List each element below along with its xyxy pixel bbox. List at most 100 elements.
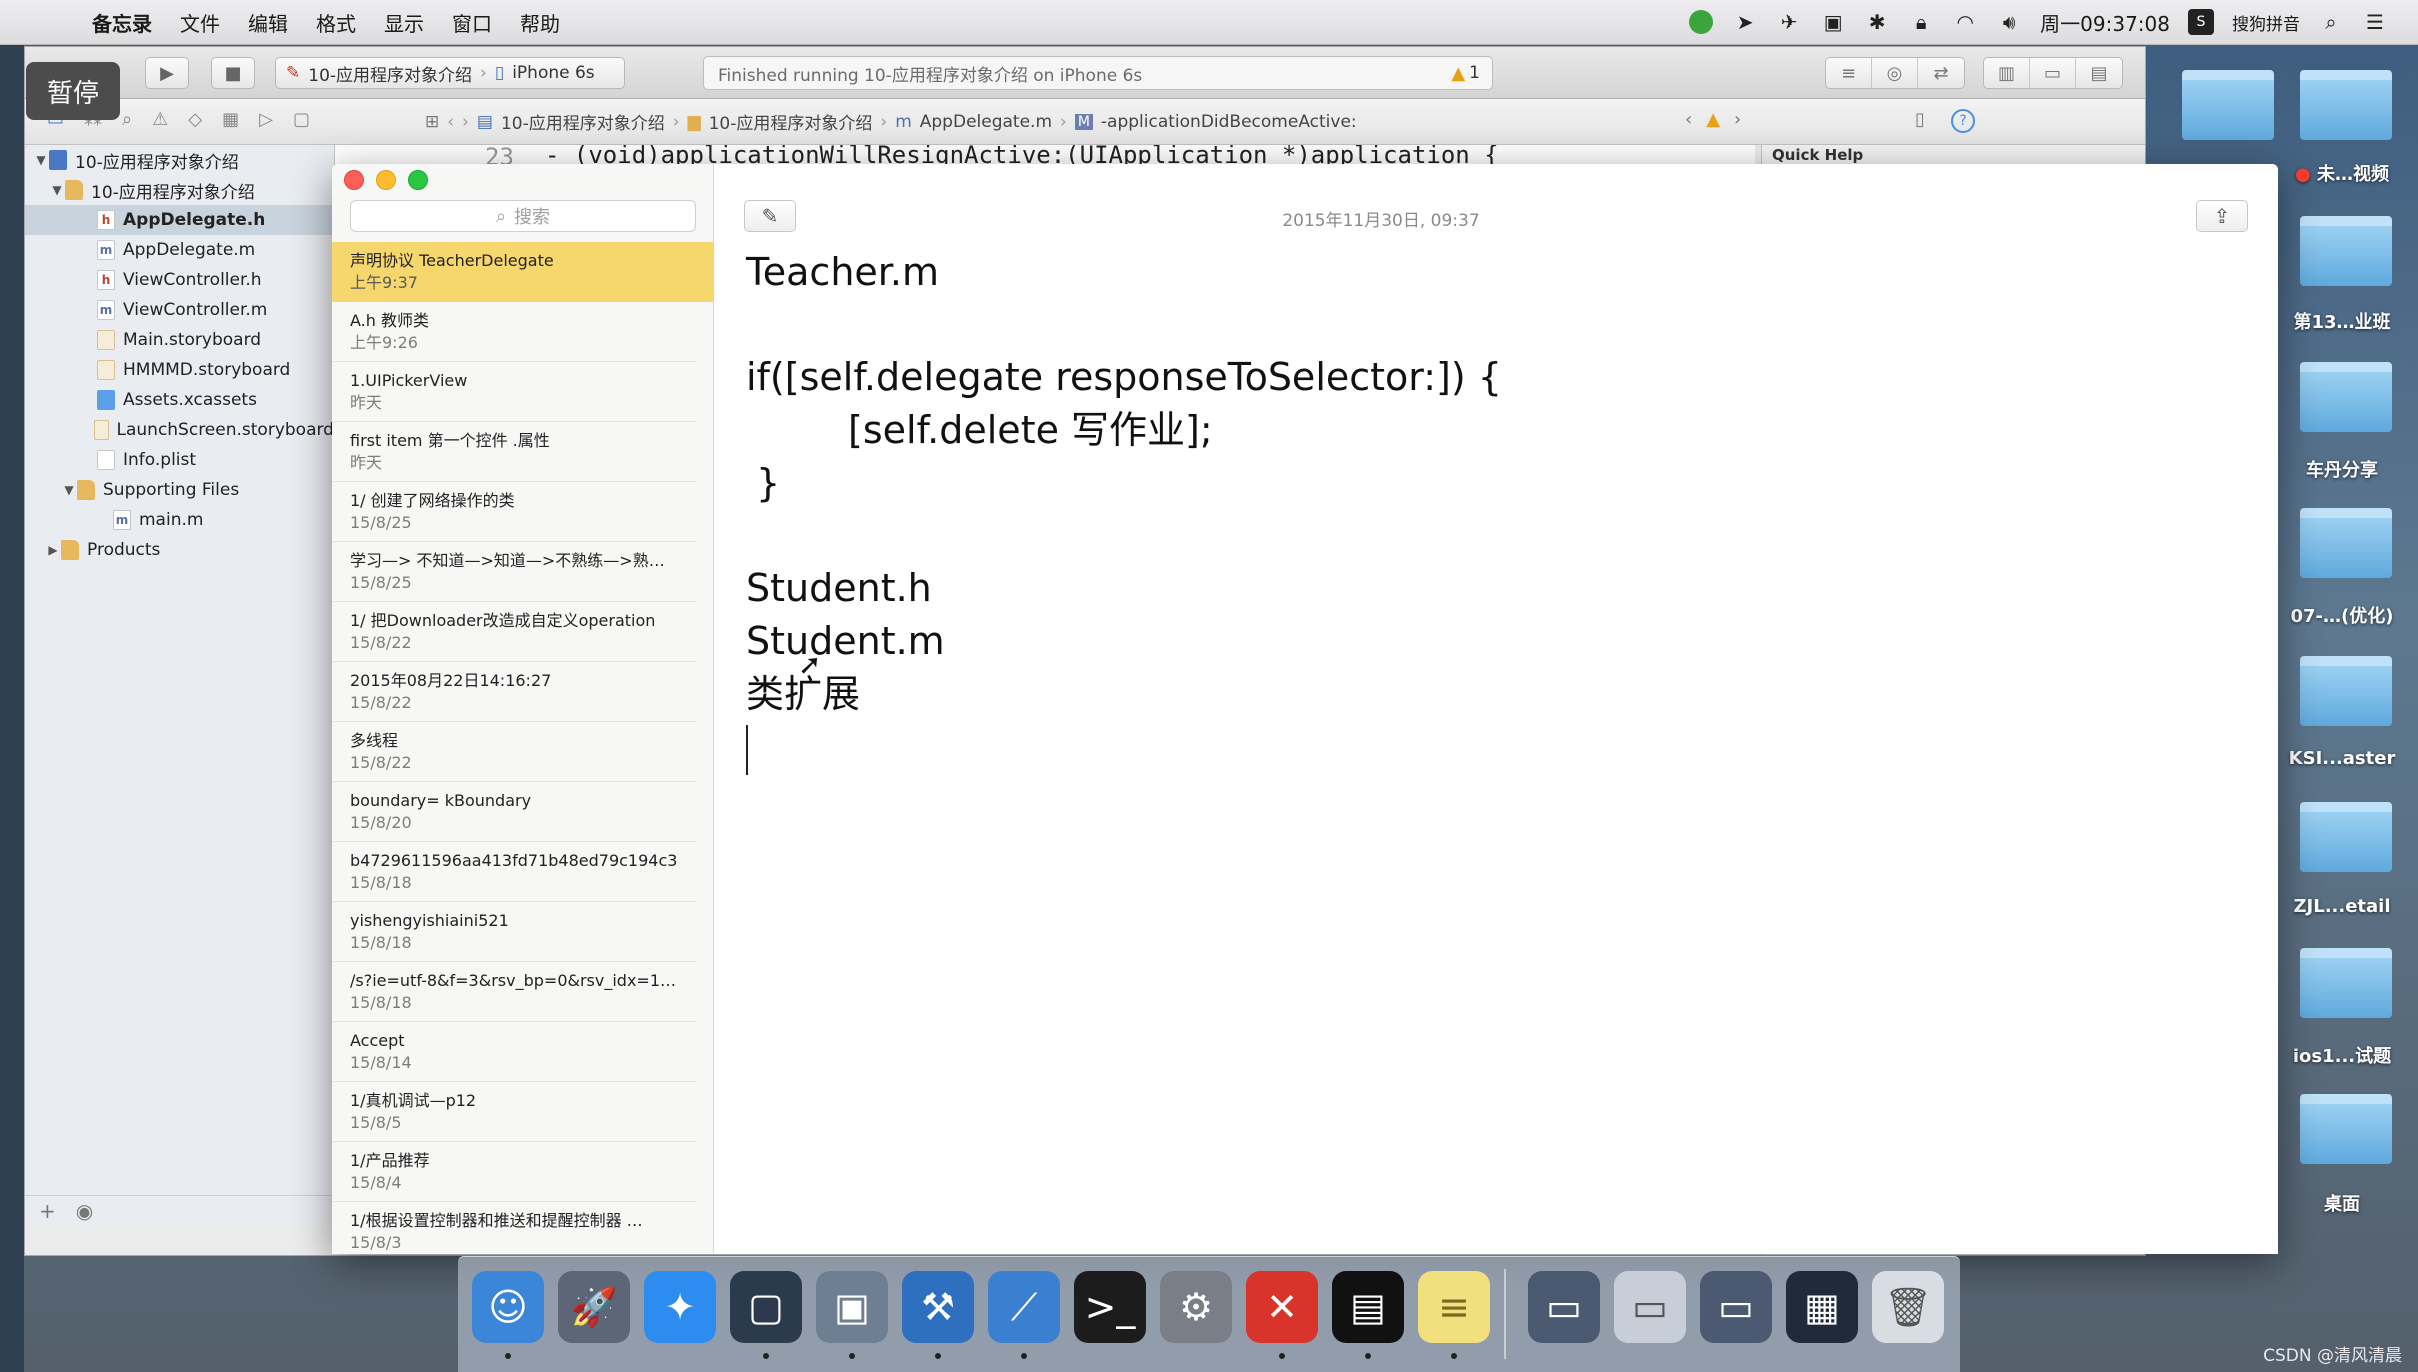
share-button[interactable]: ⇪ [2196,200,2248,232]
note-list-item[interactable]: 1/根据设置控制器和推送和提醒控制器 … 15/8/3 [332,1202,696,1254]
screen-record-icon[interactable]: ▣ [1820,9,1846,35]
menu-format[interactable]: 格式 [316,8,356,37]
utilities-toggle-icon[interactable]: ▤ [2076,58,2122,88]
system-preferences-icon[interactable]: ⚙ [1160,1271,1232,1343]
folder-icon[interactable] [2300,948,2392,1018]
tree-item[interactable]: h ViewController.h [25,265,334,295]
tree-item[interactable]: HMMMD.storyboard [25,355,334,385]
note-list-item[interactable]: first item 第一个控件 .属性 昨天 [332,422,696,482]
note-list-item[interactable]: 1/ 创建了网络操作的类 15/8/25 [332,482,696,542]
remote-desktop-icon[interactable]: ▭ [1700,1271,1772,1343]
folder-icon[interactable] [2300,1094,2392,1164]
jumpbar-file[interactable]: AppDelegate.m [920,112,1052,132]
quick-help-icon[interactable]: ? [1950,109,1975,133]
xcode-icon[interactable]: ⚒ [902,1271,974,1343]
wifi-icon[interactable]: ◠ [1952,9,1978,35]
menu-file[interactable]: 文件 [180,8,220,37]
forward-icon[interactable]: › [462,112,469,132]
folder-icon[interactable] [2300,70,2392,140]
location-icon[interactable]: ➤ [1732,9,1758,35]
desktop-folder-label[interactable]: ZJL...etail [2272,896,2412,917]
menu-view[interactable]: 显示 [384,8,424,37]
disclosure-closed-icon[interactable]: ▶ [45,543,61,557]
tree-item[interactable]: ▼ 10-应用程序对象介绍 [25,175,334,205]
menu-app-name[interactable]: 备忘录 [92,8,152,37]
previous-issue-icon[interactable]: ‹ [1685,109,1692,130]
note-list-item[interactable]: 多线程 15/8/22 [332,722,696,782]
note-list-item[interactable]: 学习—> 不知道—>知道—>不熟练—>熟… 15/8/25 [332,542,696,602]
note-editor[interactable]: ✎ 2015年11月30日, 09:37 ⇪ Teacher.m if([sel… [714,164,2278,1254]
mouse-icon[interactable]: ▢ [730,1271,802,1343]
jumpbar-project[interactable]: 10-应用程序对象介绍 [501,109,665,134]
warning-icon[interactable]: ▲ [1706,109,1720,130]
desktop-folder-label[interactable]: ● 未…视频 [2272,160,2412,186]
navigator-toggle-icon[interactable]: ▥ [1984,58,2030,88]
desktop-folder-label[interactable]: KSI...aster [2272,748,2412,769]
note-list-item[interactable]: Accept 15/8/14 [332,1022,696,1082]
spotlight-search-icon[interactable]: ⌕ [2318,9,2344,35]
note-list-item[interactable]: A.h 教师类 上午9:26 [332,302,696,362]
minimize-button[interactable] [376,170,396,190]
assistant-editor-icon[interactable]: ◎ [1872,58,1918,88]
standard-editor-icon[interactable]: ≡ [1826,58,1872,88]
recorder-status-icon[interactable] [1688,9,1714,35]
folder-icon[interactable] [2300,508,2392,578]
menu-edit[interactable]: 编辑 [248,8,288,37]
console-icon[interactable]: ▤ [1332,1271,1404,1343]
airplane-icon[interactable]: ✈ [1776,9,1802,35]
note-list-item[interactable]: /s?ie=utf-8&f=3&rsv_bp=0&rsv_idx=1… 15/8/… [332,962,696,1022]
bluetooth-icon[interactable]: ✱ [1864,9,1890,35]
volume-icon[interactable]: 🔊︎ [1996,9,2022,35]
related-items-icon[interactable]: ⊞ [425,112,439,132]
source-editor[interactable]: 23 - (void)applicationWillResignActive:(… [335,145,1755,165]
issue-navigator-icon[interactable]: ⚠ [152,109,168,130]
xmind-icon[interactable]: ✕ [1246,1271,1318,1343]
screen-share-icon[interactable]: ▭ [1528,1271,1600,1343]
lock-icon[interactable]: 🔒︎ [1908,9,1934,35]
calculator-icon[interactable]: ▦ [1786,1271,1858,1343]
debug-area-toggle-icon[interactable]: ▭ [2030,58,2076,88]
instruments-icon[interactable]: ⟋ [988,1271,1060,1343]
notification-center-icon[interactable]: ☰ [2362,9,2388,35]
add-icon[interactable]: + [39,1199,56,1223]
debug-navigator-icon[interactable]: ▦ [222,109,239,130]
trash-icon[interactable]: 🗑 [1872,1271,1944,1343]
launchpad-icon[interactable]: 🚀 [558,1271,630,1343]
back-icon[interactable]: ‹ [447,112,454,132]
disclosure-open-icon[interactable]: ▼ [33,153,49,167]
note-list-item[interactable]: 1.UIPickerView 昨天 [332,362,696,422]
tree-item[interactable]: ▼ 10-应用程序对象介绍 [25,145,334,175]
preview-icon[interactable]: ▭ [1614,1271,1686,1343]
folder-icon[interactable] [2300,656,2392,726]
report-navigator-icon[interactable]: ▢ [293,109,310,130]
desktop-folder-label[interactable]: 07-…(优化) [2272,602,2412,628]
terminal-icon[interactable]: >_ [1074,1271,1146,1343]
disclosure-open-icon[interactable]: ▼ [61,483,77,497]
stop-button[interactable]: ■ [211,57,255,89]
finder-icon[interactable]: ☺ [472,1271,544,1343]
sogou-icon[interactable]: S [2188,9,2214,35]
note-body[interactable]: Teacher.m if([self.delegate responseToSe… [746,246,1502,775]
tree-item[interactable]: m ViewController.m [25,295,334,325]
folder-icon[interactable] [2300,802,2392,872]
run-button[interactable]: ▶ [145,57,189,89]
movie-icon[interactable]: ▣ [816,1271,888,1343]
note-list-item[interactable]: yishengyishiaini521 15/8/18 [332,902,696,962]
desktop-folder-label[interactable]: ios1...试题 [2272,1042,2412,1068]
menu-clock[interactable]: 周一09:37:08 [2040,8,2170,37]
tree-item[interactable]: LaunchScreen.storyboard [25,415,334,445]
disclosure-open-icon[interactable]: ▼ [49,183,65,197]
next-issue-icon[interactable]: › [1734,109,1741,130]
desktop-folder-label[interactable]: 第13…业班 [2272,308,2412,334]
note-list-item[interactable]: b4729611596aa413fd71b48ed79c194c3 15/8/18 [332,842,696,902]
tree-item[interactable]: ▶ Products [25,535,334,565]
notes-icon[interactable]: ≡ [1418,1271,1490,1343]
version-editor-icon[interactable]: ⇄ [1918,58,1964,88]
breakpoint-navigator-icon[interactable]: ▷ [259,109,273,130]
note-list-item[interactable]: 1/ 把Downloader改造成自定义operation 15/8/22 [332,602,696,662]
scheme-selector[interactable]: ✎ 10-应用程序对象介绍 › ▯ iPhone 6s [275,57,625,89]
folder-icon[interactable] [2300,216,2392,286]
menu-window[interactable]: 窗口 [452,8,492,37]
note-list-item[interactable]: 1/真机调试—p12 15/8/5 [332,1082,696,1142]
test-navigator-icon[interactable]: ◇ [188,109,202,130]
